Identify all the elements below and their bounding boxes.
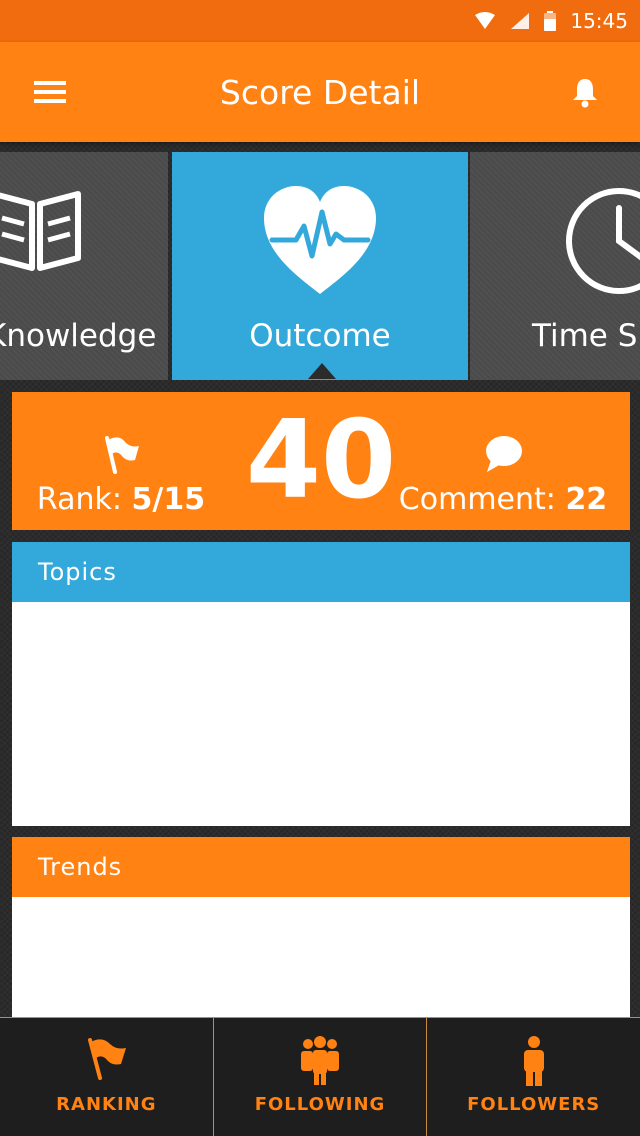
clock-icon: [566, 188, 640, 294]
hamburger-menu-icon: [34, 81, 66, 103]
tile-label: Outcome: [249, 318, 391, 354]
tile-time-spent[interactable]: Time Spent: [470, 152, 640, 380]
cellular-signal-icon: [511, 13, 530, 29]
wifi-icon: [475, 12, 496, 29]
tile-label: Knowledge: [0, 318, 157, 354]
bottom-nav: RANKING FOLLOWING FOLLOWERS: [0, 1017, 640, 1136]
bell-icon: [573, 79, 597, 108]
status-bar: 15:45: [0, 0, 640, 42]
comment-bubble-icon: [486, 436, 522, 472]
score-card: Rank: 5/15 40 Comment: 22: [12, 392, 630, 530]
topics-header: Topics: [12, 542, 630, 602]
trends-panel: Trends: [12, 837, 630, 1027]
status-time: 15:45: [570, 9, 628, 33]
battery-icon: [544, 11, 557, 31]
comment-value: 22: [565, 482, 608, 517]
nav-label: FOLLOWERS: [467, 1094, 601, 1115]
notifications-button[interactable]: [570, 76, 600, 108]
group-icon: [301, 1036, 339, 1085]
person-icon: [523, 1036, 544, 1086]
app-bar: Score Detail: [0, 42, 640, 142]
comment-stat[interactable]: Comment: 22: [396, 434, 610, 517]
tile-label: Time Spent: [532, 318, 640, 354]
nav-ranking[interactable]: RANKING: [0, 1018, 214, 1136]
topics-panel: Topics: [12, 542, 630, 826]
nav-label: RANKING: [56, 1094, 157, 1115]
book-icon: [0, 191, 81, 271]
page-title: Score Detail: [219, 72, 421, 112]
nav-followers[interactable]: FOLLOWERS: [427, 1018, 640, 1136]
tile-knowledge[interactable]: Knowledge: [0, 152, 168, 380]
tile-outcome[interactable]: Outcome: [172, 152, 468, 380]
comment-label: Comment:: [398, 482, 556, 517]
comment-text: Comment: 22: [396, 482, 610, 517]
menu-button[interactable]: [34, 80, 68, 106]
nav-label: FOLLOWING: [254, 1094, 386, 1115]
nav-following[interactable]: FOLLOWING: [214, 1018, 428, 1136]
category-carousel[interactable]: Knowledge Outcome Time Spent: [0, 152, 640, 380]
trends-header: Trends: [12, 837, 630, 897]
active-tile-pointer: [308, 363, 336, 379]
heart-pulse-icon: [264, 186, 376, 294]
flag-icon: [88, 1038, 127, 1080]
